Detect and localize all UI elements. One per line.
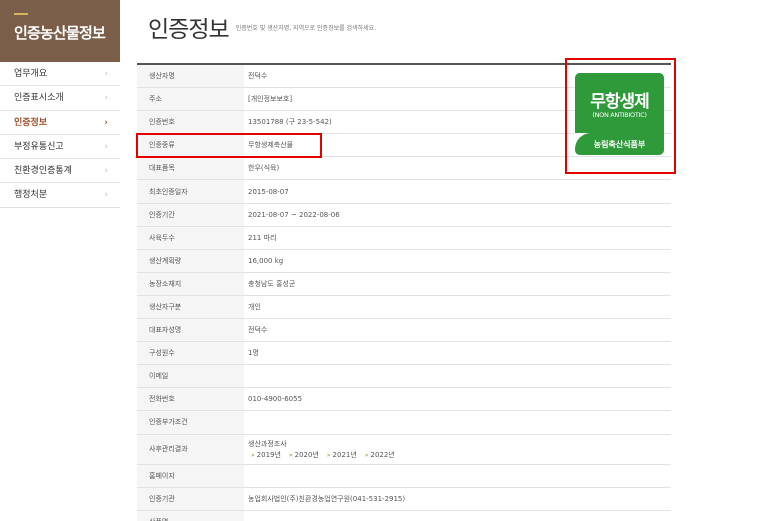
row-label: 주소 bbox=[137, 88, 244, 111]
inspection-years: » 2019년 » 2020년 » 2021년 » 2022년 bbox=[248, 450, 395, 460]
table-row: 생산계획량 16,000 kg bbox=[137, 249, 671, 273]
table-row: 구성원수 1명 bbox=[137, 342, 671, 366]
table-row: 대표자성명 전덕수 bbox=[137, 319, 671, 343]
row-value: 010-4900-6055 bbox=[248, 395, 303, 404]
sidebar-item-cert-info[interactable]: 인증정보 › bbox=[0, 111, 120, 135]
page-title-block: 인증정보 인증번호 및 생산자명, 지역으로 인증정보를 검색하세요. bbox=[148, 10, 376, 44]
year-link-2022[interactable]: » 2022년 bbox=[365, 450, 395, 460]
page-title: 인증정보 bbox=[148, 17, 230, 43]
row-value bbox=[244, 411, 671, 433]
chevron-right-icon: › bbox=[104, 141, 108, 152]
header-accent-line bbox=[14, 13, 28, 15]
row-label: 대표품목 bbox=[137, 157, 244, 180]
row-value bbox=[244, 465, 671, 487]
row-label: 구성원수 bbox=[137, 342, 244, 365]
sidebar-item-admin-action[interactable]: 행정처분 › bbox=[0, 183, 120, 208]
chevron-right-icon: › bbox=[104, 93, 108, 104]
sidebar-item-statistics[interactable]: 친환경인증통계 › bbox=[0, 159, 120, 184]
year-link-2020[interactable]: » 2020년 bbox=[289, 450, 319, 460]
row-value: 생산과정조사 » 2019년 » 2020년 » 2021년 » 2022년 bbox=[244, 435, 671, 464]
row-label: 홈페이지 bbox=[137, 464, 244, 487]
row-value: 개인 bbox=[248, 302, 261, 311]
row-label: 생산계획량 bbox=[137, 249, 244, 272]
sidebar-item-overview[interactable]: 업무개요 › bbox=[0, 62, 120, 87]
table-row: 인증기관 농업회사법인(주)친환경농업연구원(041-531-2915) bbox=[137, 487, 671, 511]
chevron-right-icon: › bbox=[104, 69, 108, 79]
row-label: 인증기관 bbox=[137, 487, 244, 510]
row-label: 대표자성명 bbox=[137, 319, 244, 342]
sidebar-nav: 업무개요 › 인증표시소개 › 인증정보 › 부정유통신고 › 친환경인증통계 … bbox=[0, 62, 120, 208]
row-value: 충청남도 홍성군 bbox=[248, 279, 296, 288]
row-label: 농장소재지 bbox=[137, 272, 244, 295]
sidebar-item-report[interactable]: 부정유통신고 › bbox=[0, 135, 120, 160]
sidebar-item-label: 인증정보 bbox=[14, 117, 48, 128]
table-row: 전화번호 010-4900-6055 bbox=[137, 388, 671, 412]
table-row: 상품명 bbox=[137, 510, 671, 521]
table-row: 최초인증일자 2015-08-07 bbox=[137, 180, 671, 204]
sidebar-item-label: 행정처분 bbox=[14, 190, 48, 201]
row-label: 인증번호 bbox=[137, 111, 244, 134]
table-row: 인증부가조건 bbox=[137, 411, 671, 435]
row-label: 생산자명 bbox=[137, 65, 244, 88]
sidebar-item-label-intro[interactable]: 인증표시소개 › bbox=[0, 86, 120, 111]
page-subtitle: 인증번호 및 생산자명, 지역으로 인증정보를 검색하세요. bbox=[235, 24, 377, 32]
row-label: 최초인증일자 bbox=[137, 180, 244, 203]
row-label: 전화번호 bbox=[137, 388, 244, 411]
highlight-cert-type bbox=[136, 133, 322, 158]
row-label: 인증기간 bbox=[137, 203, 244, 226]
chevron-right-icon: › bbox=[104, 117, 108, 128]
table-row: 생산자구분 개인 bbox=[137, 295, 671, 320]
row-label: 이메일 bbox=[137, 365, 244, 388]
row-value: 1명 bbox=[248, 349, 259, 358]
table-row: 홈페이지 bbox=[137, 464, 671, 488]
chevron-right-icon: › bbox=[104, 190, 108, 201]
table-row: 사육두수 211 마리 bbox=[137, 226, 671, 250]
year-link-2021[interactable]: » 2021년 bbox=[327, 450, 357, 460]
bullet-arrow-icon: » bbox=[251, 451, 255, 459]
table-row: 농장소재지 충청남도 홍성군 bbox=[137, 272, 671, 296]
row-value: 2015-08-07 bbox=[248, 187, 289, 196]
row-label: 상품명 bbox=[137, 510, 244, 521]
sidebar-title: 인증농산물정보 bbox=[14, 24, 106, 42]
sidebar-item-label: 부정유통신고 bbox=[14, 141, 64, 152]
table-row: 사후관리결과 생산과정조사 » 2019년 » 2020년 » 2021년 » 2022… bbox=[137, 434, 671, 465]
chevron-right-icon: › bbox=[104, 166, 108, 177]
year-link-2019[interactable]: » 2019년 bbox=[251, 450, 281, 460]
inspection-type: 생산과정조사 bbox=[248, 439, 287, 448]
highlight-cert-mark bbox=[565, 58, 676, 174]
row-label: 인증부가조건 bbox=[137, 411, 244, 434]
row-value bbox=[244, 511, 671, 521]
row-value: 16,000 kg bbox=[248, 256, 284, 265]
row-value bbox=[244, 365, 671, 387]
sidebar-header: 인증농산물정보 bbox=[0, 0, 120, 62]
row-label: 사후관리결과 bbox=[137, 434, 244, 464]
bullet-arrow-icon: » bbox=[364, 451, 369, 459]
row-label: 사육두수 bbox=[137, 226, 244, 249]
bullet-arrow-icon: » bbox=[288, 451, 293, 459]
sidebar-item-label: 인증표시소개 bbox=[14, 93, 64, 104]
sidebar-item-label: 친환경인증통계 bbox=[14, 166, 72, 177]
sidebar-item-label: 업무개요 bbox=[14, 69, 48, 79]
row-value: 211 마리 bbox=[248, 233, 277, 242]
row-value: 농업회사법인(주)친환경농업연구원(041-531-2915) bbox=[248, 494, 406, 503]
table-row: 인증기간 2021-08-07 ~ 2022-08-06 bbox=[137, 203, 671, 227]
row-label: 생산자구분 bbox=[137, 295, 244, 319]
row-value: 전덕수 bbox=[248, 326, 268, 335]
bullet-arrow-icon: » bbox=[326, 451, 331, 459]
table-row: 이메일 bbox=[137, 365, 671, 389]
row-value: 2021-08-07 ~ 2022-08-06 bbox=[248, 210, 340, 219]
